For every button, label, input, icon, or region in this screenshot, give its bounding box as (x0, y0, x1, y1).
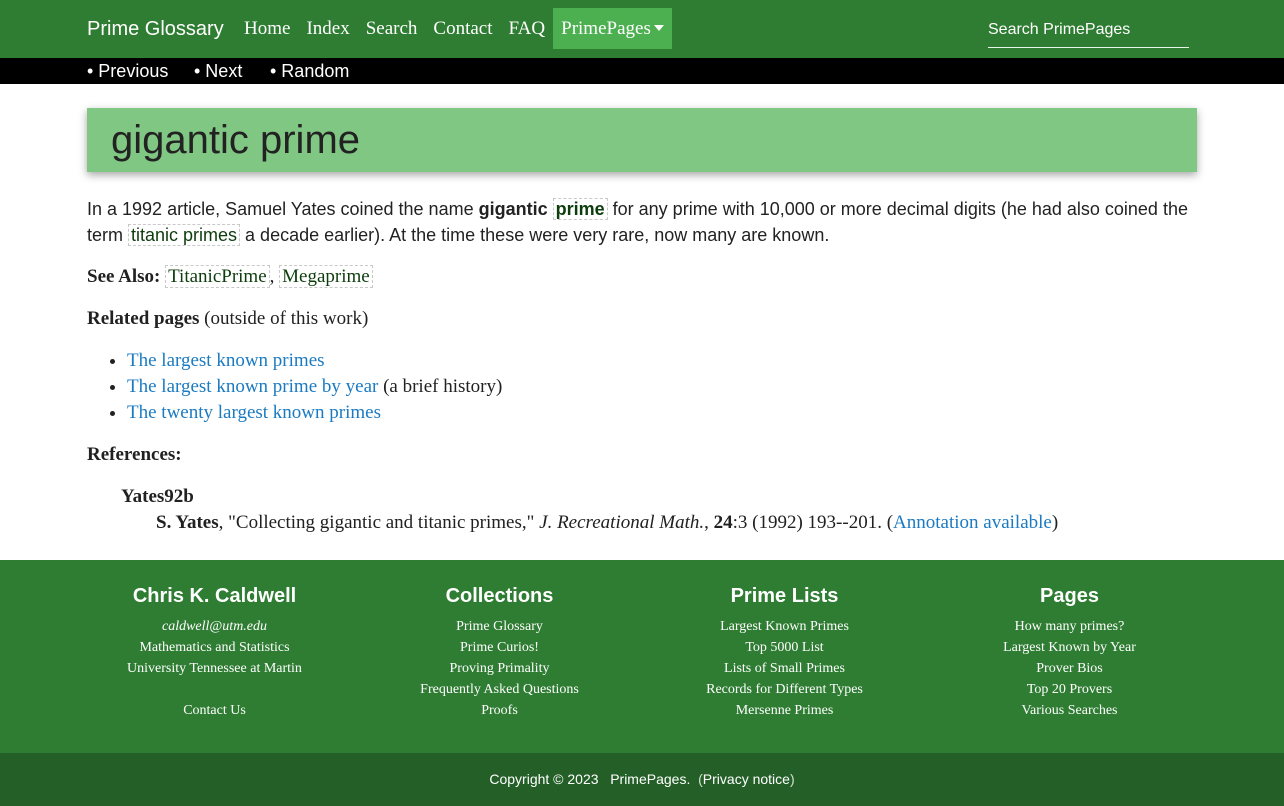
footer-link-prover-bios[interactable]: Prover Bios (927, 658, 1212, 679)
footer-link-faq[interactable]: Frequently Asked Questions (357, 679, 642, 700)
footer: Chris K. Caldwell caldwell@utm.edu Mathe… (0, 560, 1284, 753)
related-label: Related pages (87, 308, 200, 329)
brand-link[interactable]: Prime Glossary (87, 18, 224, 40)
nav-links: Home Index Search Contact FAQ PrimePages (236, 8, 672, 49)
see-also: See Also: TitanicPrime, Megaprime (87, 264, 373, 290)
copyright-dot: . (686, 771, 691, 787)
footer-link-records-types[interactable]: Records for Different Types (642, 679, 927, 700)
footer-col-pages: Pages How many primes? Largest Known by … (927, 584, 1212, 721)
list-item: The largest known primes (127, 348, 502, 374)
top-navbar: Prime Glossary Home Index Search Contact… (0, 0, 1284, 58)
related-link-largest-known[interactable]: The largest known primes (127, 350, 325, 371)
related-link-twenty-largest[interactable]: The twenty largest known primes (127, 402, 381, 423)
footer-dept: Mathematics and Statistics (139, 640, 290, 655)
footer-link-prime-glossary[interactable]: Prime Glossary (357, 616, 642, 637)
related-note: (outside of this work) (199, 308, 369, 329)
footer-link-proving-primality[interactable]: Proving Primality (357, 658, 642, 679)
related-suffix: (a brief history) (378, 376, 503, 397)
see-also-titanicprime[interactable]: TitanicPrime (165, 265, 270, 288)
footer-spacer (72, 679, 357, 700)
list-item: The largest known prime by year (a brief… (127, 374, 502, 400)
page-title: gigantic prime (111, 118, 361, 162)
reference-citation: S. Yates, "Collecting gigantic and titan… (156, 510, 1058, 536)
intro-bold-term: gigantic (478, 199, 548, 219)
footer-link-top-20-provers[interactable]: Top 20 Provers (927, 679, 1212, 700)
nav-faq[interactable]: FAQ (501, 8, 554, 49)
footer-link-various-searches[interactable]: Various Searches (927, 700, 1212, 721)
nav-search[interactable]: Search (358, 8, 426, 49)
glossary-link-prime[interactable]: prime (552, 198, 608, 220)
ref-details: :3 (1992) 193--201. ( (732, 512, 894, 533)
search-box (988, 12, 1189, 48)
main-content: In a 1992 article, Samuel Yates coined t… (87, 196, 1197, 533)
nav-contact[interactable]: Contact (425, 8, 500, 49)
references-heading: References: (87, 444, 182, 465)
copyright-site-link[interactable]: PrimePages (610, 771, 686, 787)
footer-univ: University Tennessee at Martin (127, 661, 302, 676)
footer-link-how-many[interactable]: How many primes? (927, 616, 1212, 637)
footer-heading-pages: Pages (1040, 585, 1099, 607)
footer-link-largest-by-year[interactable]: Largest Known by Year (927, 637, 1212, 658)
see-also-label: See Also: (87, 266, 161, 287)
see-also-megaprime[interactable]: Megaprime (279, 265, 373, 288)
footer-col-prime-lists: Prime Lists Largest Known Primes Top 500… (642, 584, 927, 721)
ref-comma: , (704, 512, 714, 533)
nav-primepages-dropdown[interactable]: PrimePages (553, 8, 672, 49)
intro-text-3: a decade earlier). At the time these wer… (240, 225, 830, 245)
nav-home[interactable]: Home (236, 8, 298, 49)
previous-link[interactable]: • Previous (87, 60, 168, 82)
dropdown-label: PrimePages (561, 18, 651, 39)
footer-link-top-5000[interactable]: Top 5000 List (642, 637, 927, 658)
footer-link-small-primes[interactable]: Lists of Small Primes (642, 658, 927, 679)
related-pages-list: The largest known primes The largest kno… (87, 348, 502, 426)
intro-text-1: In a 1992 article, Samuel Yates coined t… (87, 199, 479, 219)
glossary-link-titanic-primes[interactable]: titanic primes (128, 224, 241, 246)
copyright-close-paren: ) (789, 771, 795, 787)
related-link-by-year[interactable]: The largest known prime by year (127, 376, 378, 397)
next-link[interactable]: • Next (194, 60, 242, 82)
footer-col-collections: Collections Prime Glossary Prime Curios!… (357, 584, 642, 721)
copyright-text: Copyright © 2023 (489, 771, 599, 787)
footer-email-link[interactable]: caldwell@utm.edu (72, 616, 357, 637)
annotation-link[interactable]: Annotation available (893, 512, 1052, 533)
reference-key: Yates92b (121, 486, 194, 507)
related-pages-heading: Related pages (outside of this work) (87, 306, 368, 332)
footer-link-largest-known[interactable]: Largest Known Primes (642, 616, 927, 637)
caret-down-icon (653, 25, 664, 31)
ref-close: ) (1051, 512, 1059, 533)
footer-heading-author: Chris K. Caldwell (132, 585, 297, 607)
list-item: The twenty largest known primes (127, 400, 502, 426)
footer-link-mersenne[interactable]: Mersenne Primes (642, 700, 927, 721)
copyright-bar: Copyright © 2023 PrimePages. (Privacy no… (0, 753, 1284, 806)
see-also-separator: , (269, 266, 275, 287)
footer-link-proofs[interactable]: Proofs (357, 700, 642, 721)
title-card: gigantic prime (87, 108, 1197, 172)
search-input[interactable] (988, 20, 1189, 39)
privacy-notice-link[interactable]: Privacy notice (703, 771, 790, 787)
ref-title: , "Collecting gigantic and titanic prime… (218, 512, 540, 533)
random-link[interactable]: • Random (270, 60, 349, 82)
ref-volume: 24 (713, 512, 733, 533)
footer-contact-link[interactable]: Contact Us (72, 700, 357, 721)
sub-navbar: • Previous • Next • Random (0, 58, 1284, 84)
footer-heading-collections: Collections (445, 585, 554, 607)
intro-paragraph: In a 1992 article, Samuel Yates coined t… (87, 196, 1197, 248)
footer-heading-prime-lists: Prime Lists (730, 585, 839, 607)
ref-journal: J. Recreational Math. (539, 512, 705, 533)
footer-col-author: Chris K. Caldwell caldwell@utm.edu Mathe… (72, 584, 357, 721)
footer-link-prime-curios[interactable]: Prime Curios! (357, 637, 642, 658)
ref-author: S. Yates (156, 512, 219, 533)
nav-index[interactable]: Index (298, 8, 357, 49)
